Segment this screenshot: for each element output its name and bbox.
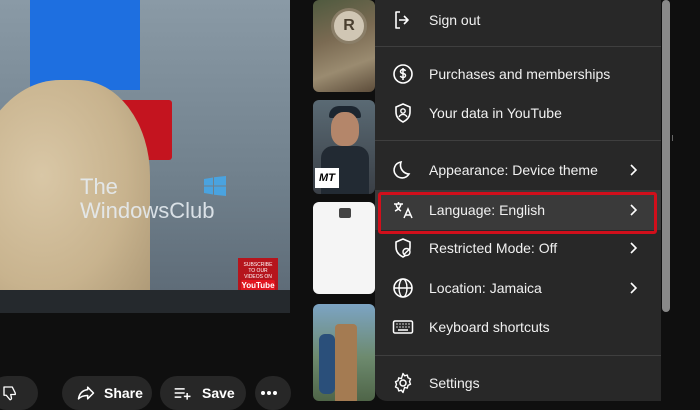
thumbnail-4-post [335,324,357,401]
recommended-thumbnails: R MT [313,0,375,401]
more-horizontal-icon [261,391,277,395]
menu-divider [375,355,661,356]
video-actions: Share Save [0,368,300,410]
menu-item-your-data[interactable]: Your data in YouTube [375,93,661,133]
restricted-icon [395,238,411,258]
windows-logo-icon [204,176,226,196]
menu-item-sign-out[interactable]: Sign out [375,0,661,40]
share-button[interactable]: Share [62,376,152,410]
thumbnail-1-sign: R [331,8,367,44]
save-label: Save [202,385,235,401]
subscribe-badge-text: SUBSCRIBE TO OUR VIDEOS ON [243,262,273,280]
menu-item-label: Appearance: Device theme [429,162,598,178]
thumbnail-3[interactable] [313,202,375,294]
right-background [670,0,700,401]
menu-item-label: Purchases and memberships [429,66,611,82]
add-to-playlist-icon [174,388,191,400]
chevron-right-icon [630,242,638,254]
menu-scrollbar[interactable] [662,0,670,312]
thumbnail-3-icon [339,208,351,218]
moon-icon [393,161,411,179]
video-player[interactable]: US The WindowsClub SUBSCRIBE TO OUR VIDE… [0,0,290,313]
save-button[interactable]: Save [160,376,246,410]
video-logo-shape-2 [100,0,140,90]
dollar-icon [393,64,413,84]
menu-item-label: Restricted Mode: Off [429,240,558,256]
thumbnail-1[interactable]: R [313,0,375,92]
watermark-line1: The [80,174,118,199]
share-icon [77,386,95,400]
keyboard-icon [392,320,414,334]
menu-item-appearance[interactable]: Appearance: Device theme [375,150,661,190]
more-actions-button[interactable] [255,376,291,410]
menu-item-restricted-mode[interactable]: Restricted Mode: Off [375,228,661,268]
thumbnail-2[interactable]: MT [313,100,375,194]
menu-divider [375,46,661,47]
menu-item-location[interactable]: Location: Jamaica [375,268,661,308]
menu-item-label: Settings [429,375,480,391]
video-person [0,80,150,313]
edge-marker [672,135,673,141]
menu-item-keyboard-shortcuts[interactable]: Keyboard shortcuts [375,307,661,347]
thumbs-down-icon [3,386,16,401]
menu-item-label: Your data in YouTube [429,105,562,121]
watermark-line2: WindowsClub [80,198,215,223]
menu-item-label: Location: Jamaica [429,280,542,296]
thumbnail-4[interactable] [313,304,375,401]
sign-out-icon [395,11,409,29]
highlight-annotation-box [378,192,657,234]
menu-item-settings[interactable]: Settings [375,363,661,403]
gear-icon [394,372,412,394]
chevron-right-icon [630,164,638,176]
menu-item-label: Sign out [429,12,481,28]
menu-item-purchases[interactable]: Purchases and memberships [375,54,661,94]
menu-item-label: Keyboard shortcuts [429,319,550,335]
thumbnail-4-person [319,334,335,394]
thumbnail-2-head [331,112,359,146]
globe-icon [393,278,413,298]
dislike-button[interactable] [0,376,38,410]
chevron-right-icon [630,282,638,294]
shield-person-icon [395,103,411,123]
video-bottom-strip [0,290,290,313]
menu-divider [375,140,661,141]
share-label: Share [104,385,143,401]
thumbnail-2-badge: MT [315,168,339,188]
